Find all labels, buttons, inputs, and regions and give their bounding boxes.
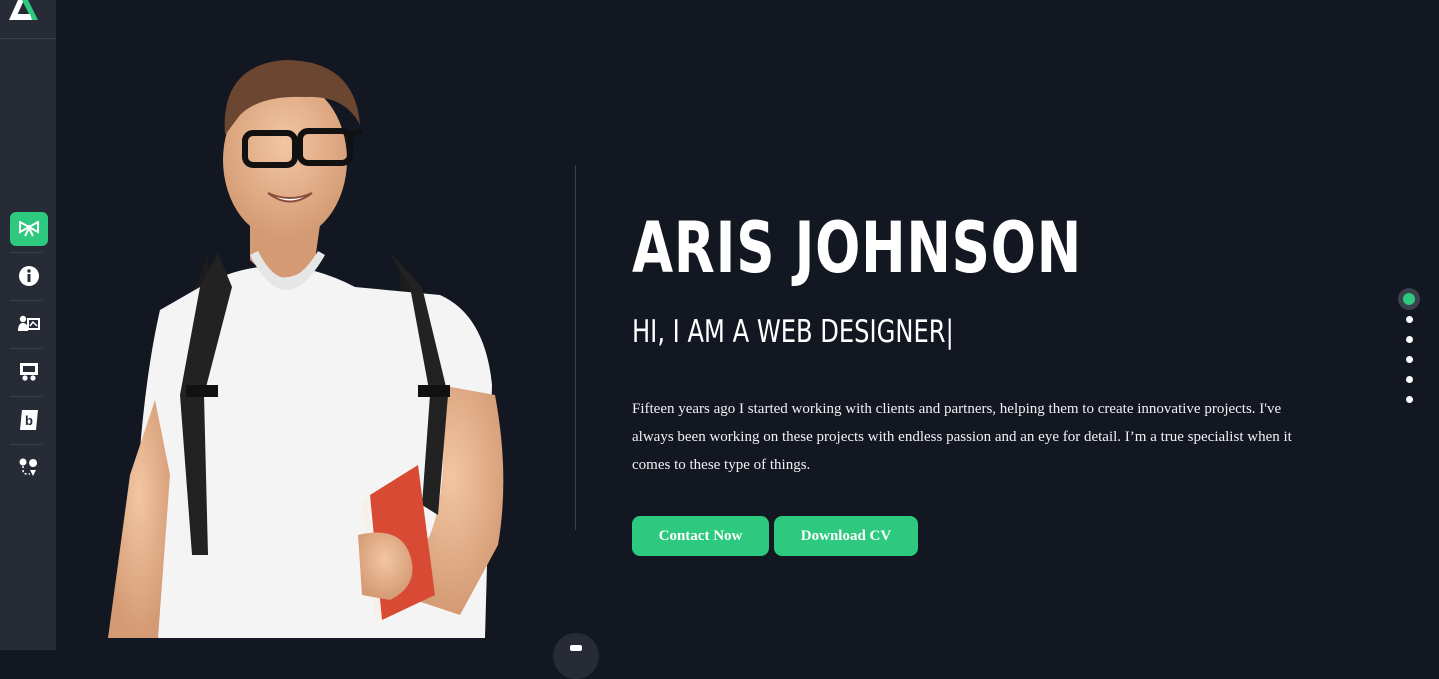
nav-blog[interactable]: b — [10, 403, 48, 437]
nav-separator — [10, 396, 43, 397]
user-card-icon — [18, 315, 40, 331]
nav-separator — [10, 444, 43, 445]
section-dot-2[interactable] — [1406, 316, 1413, 323]
section-dot-6[interactable] — [1406, 396, 1413, 403]
hero-bio: Fifteen years ago I started working with… — [632, 401, 1292, 473]
nav-resume[interactable] — [10, 307, 48, 341]
mouse-icon — [570, 645, 582, 651]
nav-about[interactable] — [10, 259, 48, 293]
svg-text:b: b — [25, 413, 33, 428]
typing-cursor: | — [945, 314, 954, 350]
bow-icon — [19, 221, 39, 237]
download-cv-button[interactable]: Download CV — [774, 516, 918, 556]
logo-icon — [9, 0, 38, 20]
sidebar: b — [0, 0, 56, 650]
info-icon — [19, 266, 39, 286]
hero-name: ARIS JOHNSON — [632, 207, 1083, 289]
nav-separator — [10, 348, 43, 349]
nav-contact[interactable] — [10, 451, 48, 485]
blog-icon: b — [20, 410, 38, 430]
hero-role: HI, I AM A WEB DESIGNER| — [632, 314, 954, 350]
vertical-divider — [575, 165, 576, 530]
section-dot-4[interactable] — [1406, 356, 1413, 363]
nav-portfolio[interactable] — [10, 355, 48, 389]
scroll-down-button[interactable] — [553, 633, 599, 679]
section-dot-5[interactable] — [1406, 376, 1413, 383]
logo[interactable] — [0, 0, 56, 39]
hero-photo — [100, 55, 520, 638]
nav-home[interactable] — [10, 212, 48, 246]
section-dot-1[interactable] — [1398, 288, 1420, 310]
hero-role-text: HI, I AM A WEB DESIGNER — [632, 314, 946, 350]
portfolio-icon — [20, 363, 38, 381]
section-dot-3[interactable] — [1406, 336, 1413, 343]
map-route-icon — [19, 458, 38, 476]
nav-separator — [10, 252, 43, 253]
contact-now-button[interactable]: Contact Now — [632, 516, 769, 556]
profile-photo-illustration — [108, 60, 504, 638]
nav-separator — [10, 300, 43, 301]
